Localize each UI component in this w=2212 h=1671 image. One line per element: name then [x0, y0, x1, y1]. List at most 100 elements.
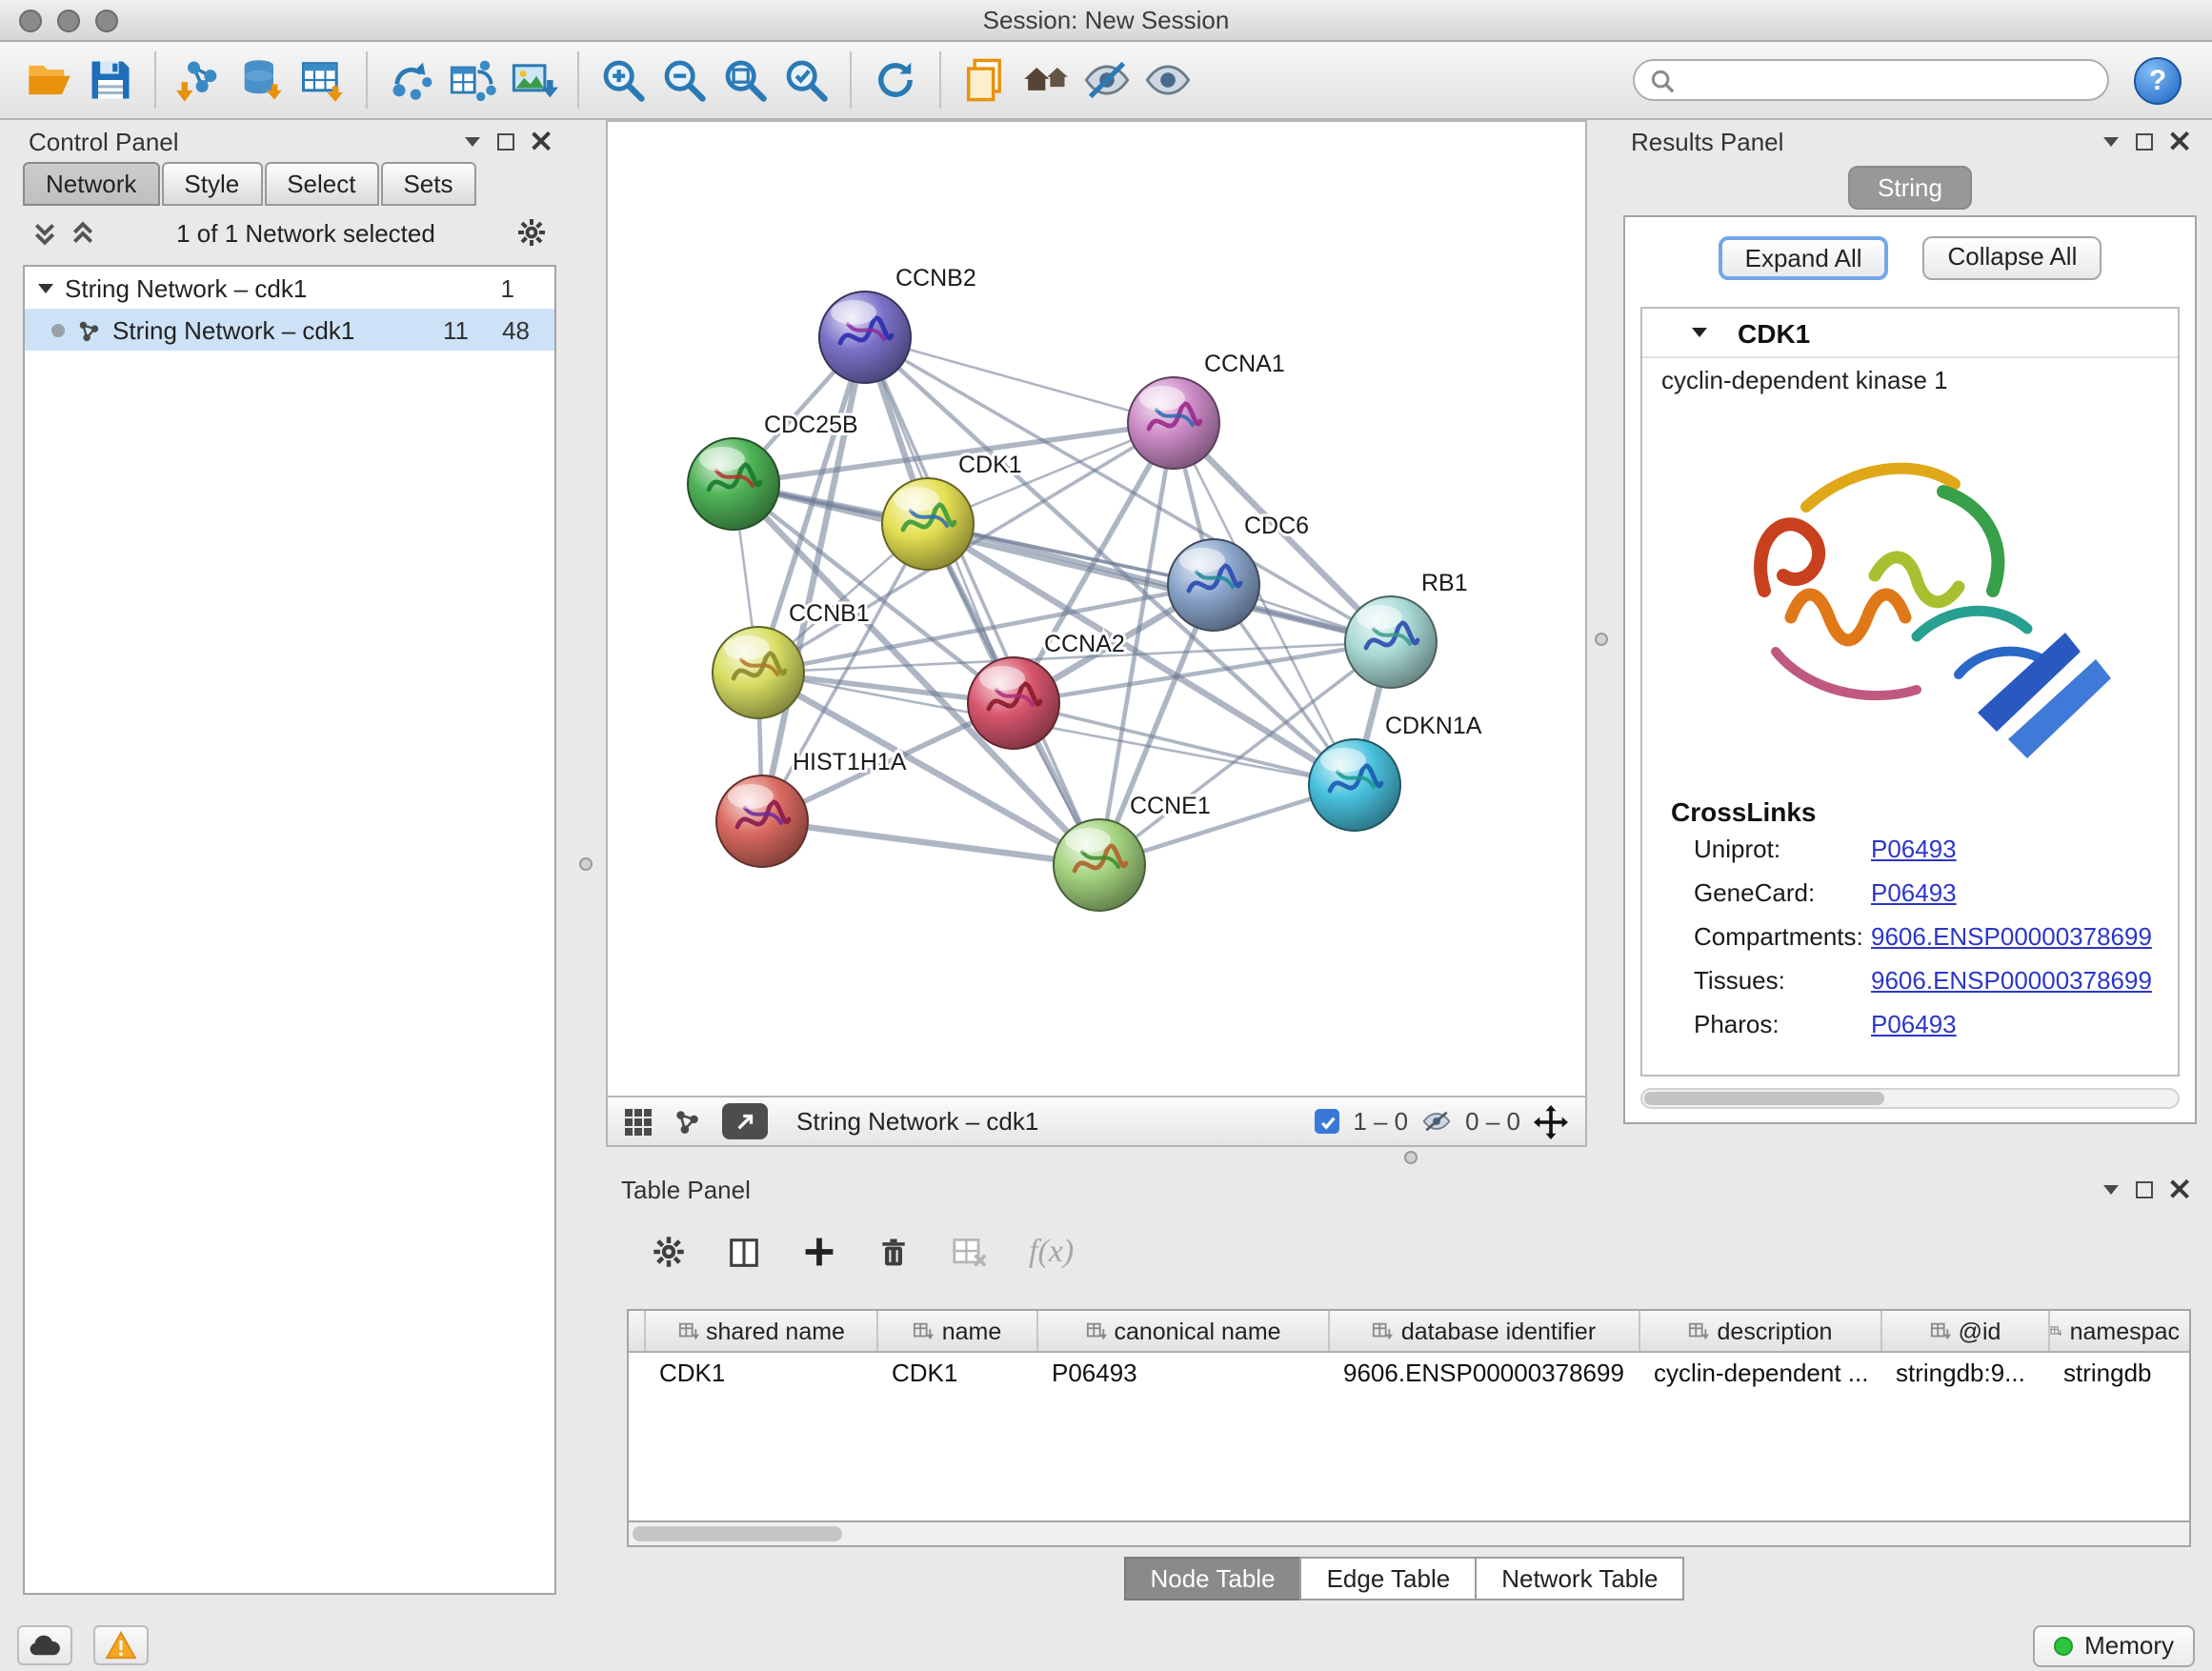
- tab-select[interactable]: Select: [264, 162, 378, 206]
- network-node-CDK1[interactable]: CDK1: [882, 452, 1022, 570]
- vertical-splitter-handle[interactable]: [579, 857, 593, 871]
- duplicate-network-button[interactable]: [955, 50, 1016, 111]
- cell-canonical-name[interactable]: P06493: [1038, 1353, 1330, 1395]
- cell-name[interactable]: CDK1: [878, 1353, 1038, 1395]
- column-header[interactable]: description: [1640, 1311, 1882, 1351]
- network-view[interactable]: CCNB2CCNA1CDC25BCDK1CDC6RB1CCNB1CCNA2CDK…: [606, 120, 1587, 1097]
- birdseye-toggle-icon[interactable]: [673, 1107, 701, 1136]
- import-network-from-database-button[interactable]: [231, 50, 292, 111]
- zoom-window-button[interactable]: [95, 10, 118, 32]
- tab-node-table[interactable]: Node Table: [1123, 1557, 1301, 1601]
- cell-at-id[interactable]: stringdb:9...: [1882, 1353, 2050, 1395]
- network-node-CCNE1[interactable]: CCNE1: [1054, 793, 1211, 911]
- network-node-CDKN1A[interactable]: CDKN1A: [1309, 713, 1482, 831]
- cell-namespace[interactable]: stringdb: [2050, 1353, 2180, 1395]
- refresh-view-button[interactable]: [865, 50, 926, 111]
- zoom-selected-button[interactable]: [775, 50, 836, 111]
- open-session-button[interactable]: [19, 50, 80, 111]
- network-row[interactable]: String Network – cdk1 11 48: [25, 309, 554, 351]
- crosslink-link[interactable]: P06493: [1871, 1010, 1957, 1038]
- scrollbar-thumb[interactable]: [1644, 1092, 1885, 1105]
- table-row[interactable]: CDK1 CDK1 P06493 9606.ENSP00000378699 cy…: [629, 1353, 2189, 1395]
- tab-string[interactable]: String: [1847, 166, 1973, 210]
- tab-edge-table[interactable]: Edge Table: [1300, 1557, 1478, 1601]
- pan-crosshair-icon[interactable]: [1534, 1104, 1568, 1138]
- close-panel-icon[interactable]: [2170, 131, 2189, 151]
- crosslink-link[interactable]: P06493: [1871, 835, 1957, 863]
- tab-network[interactable]: Network: [23, 162, 159, 206]
- network-node-RB1[interactable]: RB1: [1345, 570, 1468, 688]
- results-horizontal-scrollbar[interactable]: [1640, 1088, 2180, 1109]
- network-node-CCNB1[interactable]: CCNB1: [713, 600, 870, 718]
- close-window-button[interactable]: [19, 10, 42, 32]
- new-table-from-network-button[interactable]: [442, 50, 503, 111]
- network-node-CCNA1[interactable]: CCNA1: [1128, 351, 1285, 469]
- network-collection-row[interactable]: String Network – cdk1 1: [25, 267, 554, 309]
- export-image-button[interactable]: [503, 50, 564, 111]
- search-input[interactable]: [1686, 67, 2092, 93]
- tab-network-table[interactable]: Network Table: [1475, 1557, 1684, 1601]
- import-table-from-file-button[interactable]: [292, 50, 352, 111]
- crosslink-link[interactable]: 9606.ENSP00000378699: [1871, 966, 2152, 995]
- table-horizontal-scrollbar[interactable]: [627, 1522, 2191, 1547]
- column-header[interactable]: namespac: [2050, 1311, 2180, 1351]
- crosslink-link[interactable]: P06493: [1871, 878, 1957, 907]
- column-header[interactable]: name: [878, 1311, 1038, 1351]
- vertical-splitter-handle[interactable]: [1595, 633, 1608, 646]
- protein-section-header[interactable]: CDK1: [1642, 309, 2178, 358]
- zoom-out-button[interactable]: [654, 50, 714, 111]
- float-panel-icon[interactable]: [2136, 132, 2153, 150]
- tab-style[interactable]: Style: [161, 162, 262, 206]
- network-node-CCNB2[interactable]: CCNB2: [819, 265, 976, 383]
- float-panel-icon[interactable]: [497, 132, 514, 150]
- hide-selected-button[interactable]: [1076, 50, 1137, 111]
- float-panel-icon[interactable]: [2136, 1180, 2153, 1198]
- network-node-HIST1H1A[interactable]: HIST1H1A: [716, 749, 907, 867]
- warnings-button[interactable]: [93, 1625, 149, 1665]
- gear-icon[interactable]: [516, 217, 547, 248]
- column-header[interactable]: @id: [1882, 1311, 2050, 1351]
- create-column-icon[interactable]: [802, 1235, 836, 1269]
- panel-menu-icon[interactable]: [2103, 136, 2119, 146]
- save-session-button[interactable]: [80, 50, 141, 111]
- column-header[interactable]: shared name: [646, 1311, 878, 1351]
- cell-database-identifier[interactable]: 9606.ENSP00000378699: [1330, 1353, 1640, 1395]
- column-settings-gear-icon[interactable]: [652, 1235, 686, 1269]
- panel-menu-icon[interactable]: [2103, 1184, 2119, 1194]
- open-in-window-button[interactable]: [722, 1103, 768, 1139]
- section-expander-icon[interactable]: [1692, 328, 1707, 337]
- cell-shared-name[interactable]: CDK1: [646, 1353, 878, 1395]
- zoom-fit-button[interactable]: [714, 50, 775, 111]
- network-node-CDC6[interactable]: CDC6: [1168, 513, 1309, 631]
- minimize-window-button[interactable]: [57, 10, 80, 32]
- cloud-button[interactable]: [17, 1625, 72, 1665]
- show-all-button[interactable]: [1137, 50, 1198, 111]
- selected-checkbox-icon[interactable]: [1315, 1109, 1339, 1134]
- close-panel-icon[interactable]: [2170, 1179, 2189, 1198]
- tab-sets[interactable]: Sets: [380, 162, 475, 206]
- search-box[interactable]: [1633, 59, 2109, 101]
- collapse-all-button[interactable]: Collapse All: [1923, 236, 2102, 280]
- delete-columns-icon[interactable]: [876, 1235, 911, 1269]
- birdseye-view-button[interactable]: [1016, 50, 1076, 111]
- memory-button[interactable]: Memory: [2033, 1624, 2195, 1666]
- cell-description[interactable]: cyclin-dependent ...: [1640, 1353, 1882, 1395]
- close-panel-icon[interactable]: [532, 131, 551, 151]
- node-table[interactable]: shared name name canonical name database…: [627, 1309, 2191, 1522]
- expand-all-button[interactable]: Expand All: [1719, 236, 1889, 280]
- panel-menu-icon[interactable]: [465, 136, 480, 146]
- zoom-in-button[interactable]: [593, 50, 654, 111]
- column-header[interactable]: database identifier: [1330, 1311, 1640, 1351]
- crosslink-link[interactable]: 9606.ENSP00000378699: [1871, 922, 2152, 951]
- horizontal-splitter-handle[interactable]: [1404, 1151, 1418, 1164]
- help-button[interactable]: ?: [2134, 56, 2182, 104]
- collapse-all-icon[interactable]: [32, 220, 57, 245]
- show-columns-icon[interactable]: [726, 1234, 762, 1270]
- column-header[interactable]: canonical name: [1038, 1311, 1330, 1351]
- new-network-from-selection-button[interactable]: [381, 50, 442, 111]
- collection-expander-icon[interactable]: [38, 283, 53, 292]
- grid-toggle-icon[interactable]: [625, 1108, 652, 1135]
- expand-all-icon[interactable]: [70, 220, 95, 245]
- scrollbar-thumb[interactable]: [633, 1526, 842, 1541]
- network-canvas[interactable]: CCNB2CCNA1CDC25BCDK1CDC6RB1CCNB1CCNA2CDK…: [608, 122, 1585, 1096]
